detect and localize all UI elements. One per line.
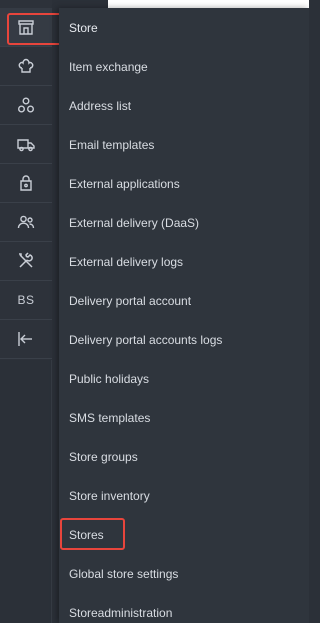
menu-item-delivery-portal-accounts-logs[interactable]: Delivery portal accounts logs <box>59 320 309 359</box>
menu-item-global-store-settings[interactable]: Global store settings <box>59 554 309 593</box>
menu-item-email-templates[interactable]: Email templates <box>59 125 309 164</box>
rail-store-button[interactable] <box>0 8 52 47</box>
rail-delivery-button[interactable] <box>0 125 52 164</box>
collapse-left-icon <box>16 329 36 349</box>
rail-users-button[interactable] <box>0 203 52 242</box>
menu-item-store-groups[interactable]: Store groups <box>59 437 309 476</box>
rail-bs-button[interactable]: BS <box>0 281 52 320</box>
menu-item-delivery-portal-account[interactable]: Delivery portal account <box>59 281 309 320</box>
menu-item-public-holidays[interactable]: Public holidays <box>59 359 309 398</box>
rail-menu-button[interactable] <box>0 47 52 86</box>
menu-item-external-delivery-logs[interactable]: External delivery logs <box>59 242 309 281</box>
lock-icon <box>16 173 36 193</box>
delivery-truck-icon <box>16 134 36 154</box>
menu-item-store-inventory[interactable]: Store inventory <box>59 476 309 515</box>
menu-item-address-list[interactable]: Address list <box>59 86 309 125</box>
users-icon <box>16 212 36 232</box>
app-root: BS Store Item exchange Address list Emai… <box>0 0 309 623</box>
rail-security-button[interactable] <box>0 164 52 203</box>
store-icon <box>16 17 36 37</box>
rail-groups-button[interactable] <box>0 86 52 125</box>
menu-item-sms-templates[interactable]: SMS templates <box>59 398 309 437</box>
icon-rail: BS <box>0 0 52 623</box>
store-dropdown-menu: Store Item exchange Address list Email t… <box>59 8 309 623</box>
menu-header-store[interactable]: Store <box>59 8 309 47</box>
menu-item-external-applications[interactable]: External applications <box>59 164 309 203</box>
rail-tools-button[interactable] <box>0 242 52 281</box>
menu-item-item-exchange[interactable]: Item exchange <box>59 47 309 86</box>
tools-icon <box>16 251 36 271</box>
page-background <box>108 0 309 8</box>
rail-collapse-button[interactable] <box>0 320 52 359</box>
rail-empty-area <box>0 360 52 623</box>
menu-item-stores[interactable]: Stores <box>59 515 309 554</box>
menu-item-external-delivery-daas[interactable]: External delivery (DaaS) <box>59 203 309 242</box>
menu-item-storeadministration[interactable]: Storeadministration <box>59 593 309 623</box>
bs-badge: BS <box>17 293 35 307</box>
chef-hat-icon <box>16 56 36 76</box>
circles-cluster-icon <box>16 95 36 115</box>
